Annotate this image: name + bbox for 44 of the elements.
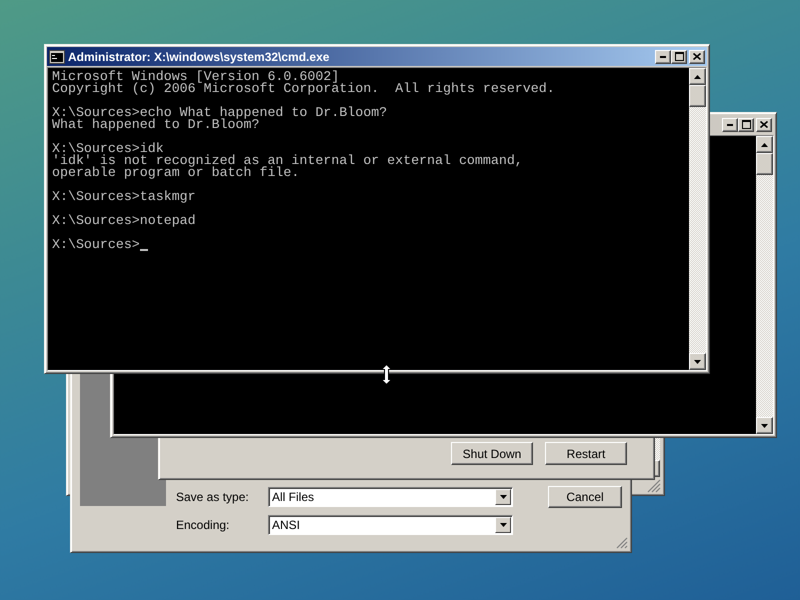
down-arrow-icon — [694, 360, 701, 364]
dropdown-field[interactable]: ANSI — [268, 515, 513, 535]
console-app-icon — [49, 50, 65, 64]
scroll-down-button[interactable] — [756, 417, 773, 434]
close-button[interactable] — [689, 50, 705, 64]
console-line: X:\Sources>notepad — [52, 215, 196, 227]
field-label: Save as type: — [176, 490, 250, 504]
maximize-icon — [674, 52, 684, 61]
console-line: X:\Sources>taskmgr — [52, 191, 196, 203]
console-line: Microsoft Windows [Version 6.0.6002] — [52, 71, 340, 83]
console-line: X:\Sources>echo What happened to Dr.Bloom? — [52, 107, 388, 119]
scroll-down-button[interactable] — [689, 353, 706, 370]
scroll-up-button[interactable] — [689, 68, 706, 85]
dialog-button[interactable]: Restart — [545, 442, 627, 465]
up-arrow-icon — [694, 74, 701, 78]
scroll-up-button[interactable] — [756, 136, 773, 153]
console-line: operable program or batch file. — [52, 167, 300, 179]
console-line: Copyright (c) 2006 Microsoft Corporation. All rights reserved. — [52, 83, 555, 95]
minimize-button[interactable] — [655, 50, 671, 64]
minimize-icon — [727, 124, 733, 126]
resize-grip-icon — [616, 537, 628, 549]
dropdown-arrow-icon — [500, 495, 506, 499]
up-arrow-icon — [761, 142, 768, 146]
scroll-thumb[interactable] — [689, 85, 706, 107]
dialog-button[interactable]: Shut Down — [451, 442, 533, 465]
close-icon — [693, 53, 701, 60]
dropdown-arrow-icon — [500, 523, 506, 527]
minimize-icon — [660, 56, 666, 58]
dropdown-field[interactable]: All Files — [268, 487, 513, 507]
field-label: Encoding: — [176, 518, 230, 532]
down-arrow-icon — [761, 424, 768, 428]
scroll-thumb[interactable] — [756, 153, 773, 175]
maximize-button[interactable] — [671, 50, 687, 64]
scrollbar[interactable] — [689, 68, 706, 370]
cancel-button[interactable]: Cancel — [548, 486, 622, 508]
console-line: X:\Sources>idk — [52, 143, 164, 155]
maximize-icon — [742, 120, 750, 129]
console-line: X:\Sources> — [52, 239, 140, 251]
close-icon — [760, 121, 768, 128]
resize-grip-icon — [645, 477, 661, 493]
console-line: 'idk' is not recognized as an internal or external command, — [52, 155, 523, 167]
console-line: What happened to Dr.Bloom? — [52, 119, 260, 131]
window-title: Administrator: X:\windows\system32\cmd.exe — [68, 50, 330, 64]
scrollbar[interactable] — [756, 136, 773, 434]
